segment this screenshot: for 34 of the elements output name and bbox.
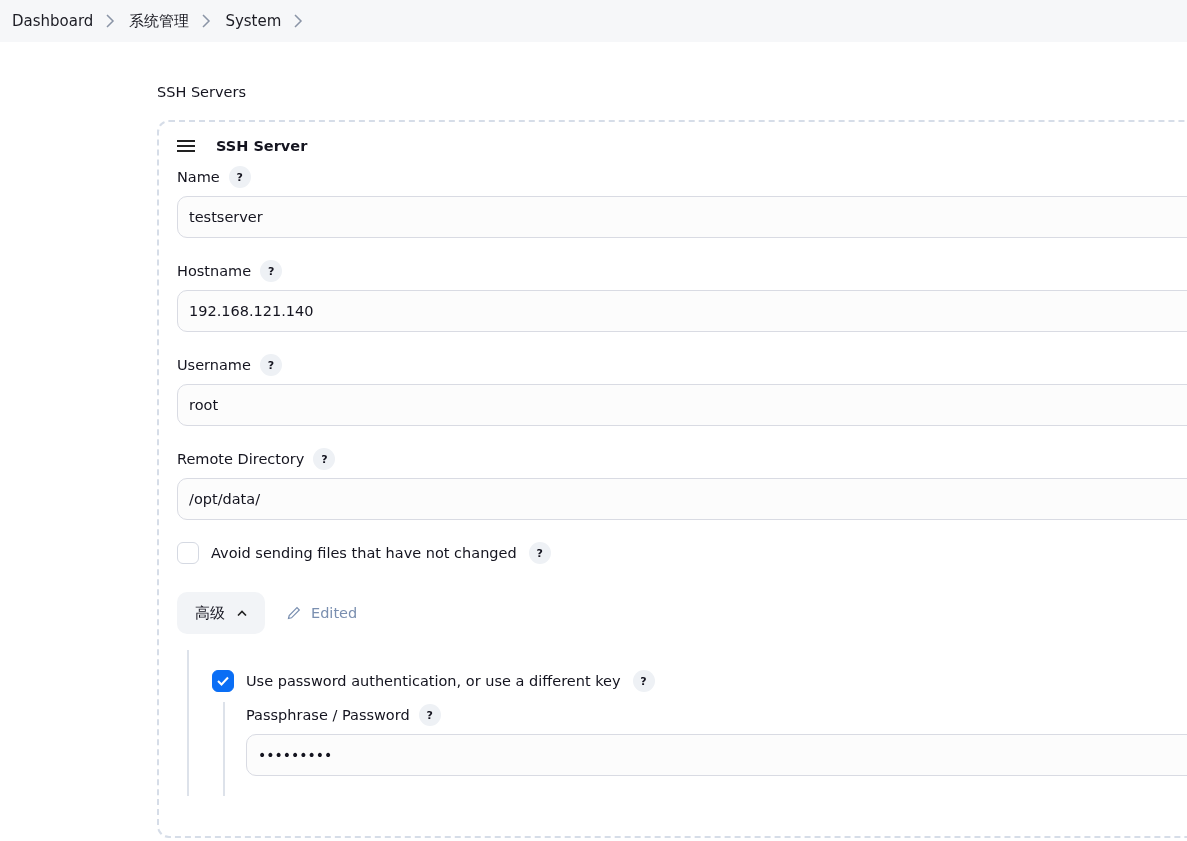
help-button[interactable]: ? xyxy=(418,704,441,726)
field-label: Name xyxy=(177,169,220,185)
input-field[interactable]: testserver xyxy=(177,196,1187,238)
field-label: Passphrase / Password xyxy=(246,707,410,723)
field-label: Hostname xyxy=(177,263,252,279)
pencil-icon xyxy=(287,606,301,620)
section-title: SSH Servers xyxy=(157,84,248,100)
chevron-up-icon xyxy=(237,610,247,616)
chevron-right-icon xyxy=(105,14,116,28)
input-field[interactable]: root xyxy=(177,384,1187,426)
input-field[interactable]: 192.168.121.140 xyxy=(177,290,1187,332)
input-field[interactable]: /opt/data/ xyxy=(177,478,1187,520)
drag-handle-icon xyxy=(177,140,195,152)
server-title: SSH Server xyxy=(216,138,308,154)
help-button[interactable]: ? xyxy=(313,448,336,470)
checkbox-label: Avoid sending files that have not changed xyxy=(211,545,517,561)
help-button[interactable]: ? xyxy=(528,542,551,564)
checkbox-label: Use password authentication, or use a different key xyxy=(246,673,621,689)
advanced-button[interactable]: 高级 xyxy=(177,592,265,634)
input-field[interactable]: ••••••••• xyxy=(246,734,1187,776)
field-label: Remote Directory xyxy=(177,451,305,467)
chevron-right-icon xyxy=(293,14,304,28)
breadcrumb-link[interactable]: Dashboard xyxy=(12,12,94,30)
help-button[interactable]: ? xyxy=(228,166,251,188)
edited-label: Edited xyxy=(311,605,358,621)
checkbox[interactable] xyxy=(212,670,234,692)
help-button[interactable]: ? xyxy=(259,354,282,376)
help-button[interactable]: ? xyxy=(632,670,655,692)
field-label: Username xyxy=(177,357,251,373)
checkmark-icon xyxy=(217,676,229,686)
breadcrumb-link[interactable]: 系统管理 xyxy=(129,11,190,31)
chevron-right-icon xyxy=(201,14,212,28)
help-button[interactable]: ? xyxy=(260,260,283,282)
breadcrumb-link[interactable]: System xyxy=(225,12,282,30)
